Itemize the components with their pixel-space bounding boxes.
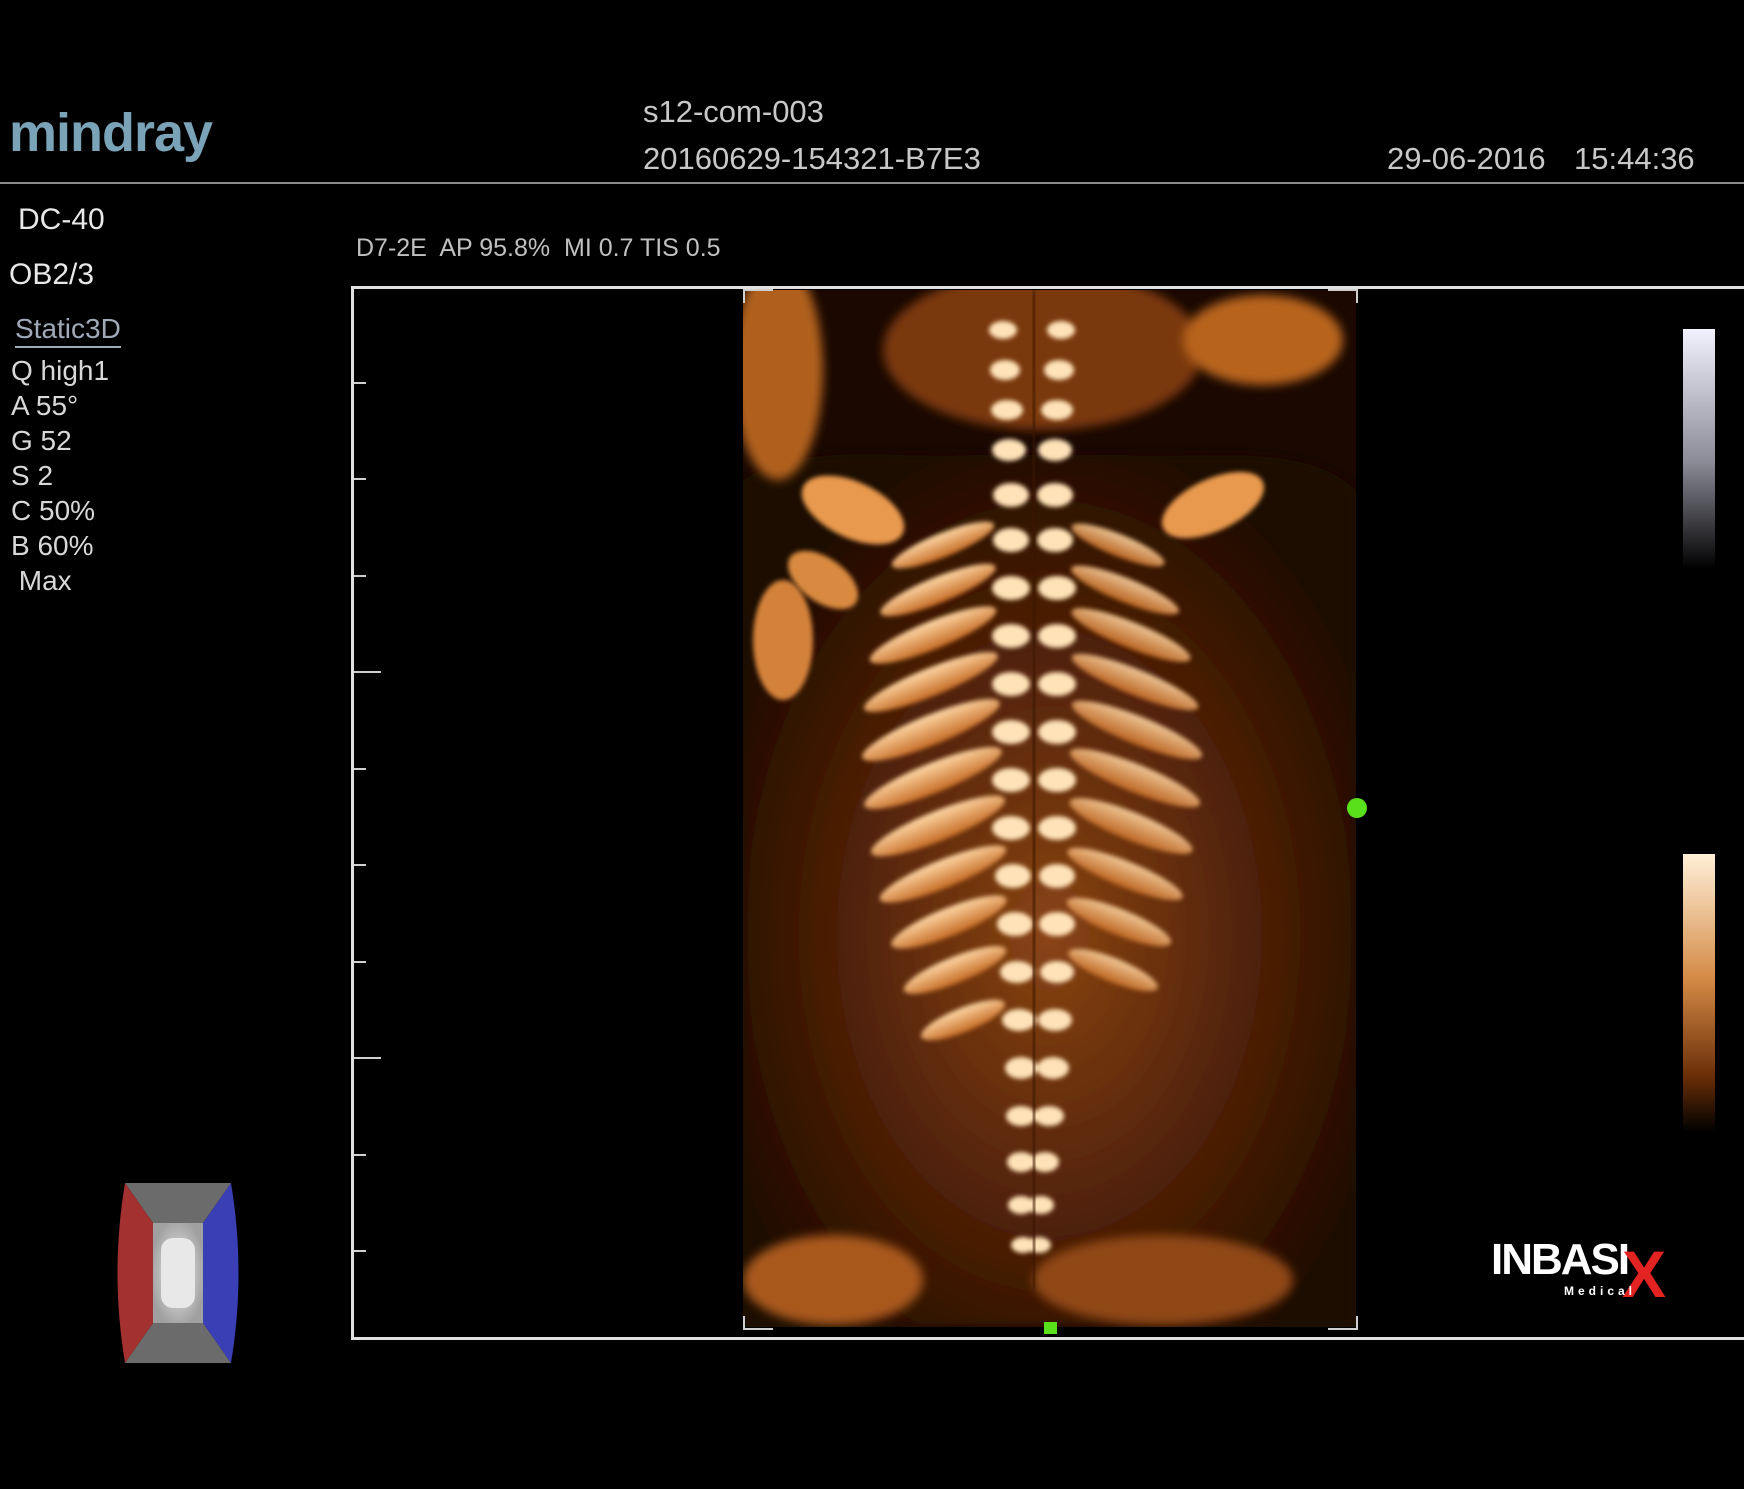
render-corner [1328,289,1358,303]
depth-tick [354,1154,366,1156]
header-divider [0,182,1744,184]
orientation-cube-icon[interactable] [115,1183,241,1368]
brand-watermark-x: X [1622,1237,1667,1311]
fetal-spine-render [743,290,1356,1327]
3d-marker-dot-icon[interactable] [1347,798,1367,818]
tint-map-bar [1683,854,1715,1132]
brand-watermark-sub: Medical [1564,1284,1637,1298]
param-gain: G 52 [11,425,72,456]
param-brightness: B 60% [11,530,94,561]
render-corner [743,289,773,303]
param-render-mode: Max [11,565,72,596]
patient-id: s12-com-003 [643,94,824,129]
ultrasound-3d-render[interactable] [743,290,1356,1327]
position-marker-icon[interactable] [1044,1322,1057,1334]
param-smooth: S 2 [11,460,54,491]
depth-tick [354,768,366,770]
param-angle: A 55° [11,390,79,421]
render-corner [743,1316,773,1330]
exam-id: 20160629-154321-B7E3 [643,141,981,176]
depth-tick [354,1057,381,1059]
exam-date: 29-06-2016 [1387,141,1546,176]
param-contrast: C 50% [11,495,96,526]
preset-label: OB2/3 [9,258,95,291]
depth-tick [354,382,366,384]
render-corner [1328,1316,1358,1330]
device-label: DC-40 [18,203,105,236]
mode-label[interactable]: Static3D [15,313,121,348]
depth-tick [354,961,366,963]
mindray-logo: mindray [9,103,213,163]
exam-time: 15:44:36 [1574,141,1695,176]
depth-tick [354,1250,366,1252]
param-quality: Q high1 [11,355,110,386]
depth-tick [354,671,381,673]
brand-watermark: INBASI [1491,1235,1630,1284]
depth-tick [354,575,366,577]
grayscale-map-bar [1683,329,1715,569]
probe-info: D7-2E AP 95.8% MI 0.7 TIS 0.5 [356,234,721,262]
depth-tick [354,478,366,480]
depth-tick [354,864,366,866]
